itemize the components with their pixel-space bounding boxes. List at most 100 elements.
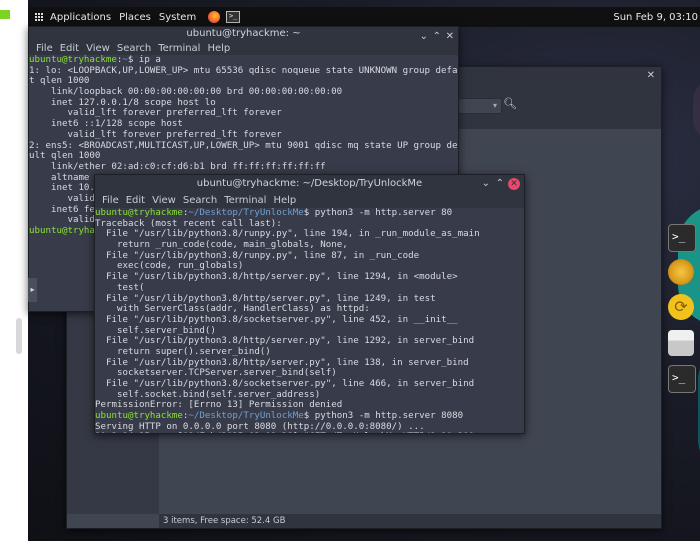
view-dropdown[interactable]: ▾ — [452, 98, 502, 114]
menu-help[interactable]: Help — [273, 195, 296, 206]
status-bar: 3 items, Free space: 52.4 GB — [159, 514, 661, 528]
menu-search[interactable]: Search — [117, 43, 151, 54]
terminal-icon[interactable]: >_ — [668, 365, 696, 393]
terminal-text: with ServerClass(addr, HandlerClass) as … — [95, 304, 370, 315]
terminal-line: with ServerClass(addr, HandlerClass) as … — [95, 304, 524, 315]
terminal-text: 10.2.14.25 - - [09/Feb/2025 03:09:28] "G… — [95, 432, 485, 433]
terminal-text: $ python3 -m http.server 8080 — [303, 411, 464, 422]
terminal-text: t qlen 1000 — [29, 76, 90, 87]
coin-icon[interactable] — [668, 259, 694, 285]
terminal-text: ubuntu@tryhackme — [95, 208, 183, 218]
close-icon[interactable]: ✕ — [508, 178, 520, 190]
menu-help[interactable]: Help — [207, 43, 230, 54]
terminal-text: ubuntu@tryhac — [29, 226, 101, 236]
terminal-output[interactable]: ubuntu@tryhackme:~/Desktop/TryUnlockMe$ … — [95, 208, 524, 433]
terminal-text: 1: lo: <LOOPBACK,UP,LOWER_UP> mtu 65536 … — [29, 65, 458, 76]
terminal-text: self.socket.bind(self.server_address) — [95, 389, 321, 400]
terminal-line: exec(code, run_globals) — [95, 261, 524, 272]
drive-icon[interactable] — [668, 330, 694, 356]
terminal-text: self.server_bind() — [95, 325, 216, 336]
terminal-line: PermissionError: [Errno 13] Permission d… — [95, 400, 524, 411]
terminal-line: File "/usr/lib/python3.8/runpy.py", line… — [95, 251, 524, 262]
terminal-line: inet 127.0.0.1/8 scope host lo — [29, 98, 458, 109]
terminal-text: valid_lft forever preferred_lft forever — [29, 108, 282, 119]
terminal-line: valid_lft forever preferred_lft forever — [29, 130, 458, 141]
terminal-line: 1: lo: <LOOPBACK,UP,LOWER_UP> mtu 65536 … — [29, 66, 458, 77]
terminal-text: exec(code, run_globals) — [95, 261, 244, 272]
maximize-icon[interactable]: ⌃ — [496, 177, 504, 191]
menu-edit[interactable]: Edit — [60, 43, 79, 54]
terminal-line: return _run_code(code, main_globals, Non… — [95, 240, 524, 251]
terminal-text: valid_lft forever preferred_lft forever — [29, 129, 282, 140]
terminal-text: inet 127.0.0.1/8 scope host lo — [29, 97, 216, 108]
terminal-line: Serving HTTP on 0.0.0.0 port 8080 (http:… — [95, 422, 524, 433]
terminal-text: File "/usr/lib/python3.8/runpy.py", line… — [95, 250, 420, 261]
terminal-text: return _run_code(code, main_globals, Non… — [95, 240, 348, 251]
terminal-text: inet 10.1 — [29, 183, 101, 194]
terminal-line: 2: ens5: <BROADCAST,MULTICAST,UP,LOWER_U… — [29, 141, 458, 152]
terminal-text: PermissionError: [Errno 13] Permission d… — [95, 400, 343, 411]
terminal-line: link/loopback 00:00:00:00:00:00 brd 00:0… — [29, 87, 458, 98]
menu-view[interactable]: View — [86, 43, 110, 54]
minimize-icon[interactable]: ⌄ — [482, 177, 490, 191]
menu-search[interactable]: Search — [183, 195, 217, 206]
places-menu[interactable]: Places — [119, 12, 151, 23]
terminal-line: File "/usr/lib/python3.8/http/server.py"… — [95, 336, 524, 347]
search-icon[interactable]: 🔍︎ — [503, 97, 517, 110]
menu-bar: File Edit View Search Terminal Help — [29, 41, 458, 56]
terminal-line: socketserver.TCPServer.server_bind(self) — [95, 368, 524, 379]
terminal-line: t qlen 1000 — [29, 76, 458, 87]
terminal-line: self.socket.bind(self.server_address) — [95, 390, 524, 401]
menu-terminal[interactable]: Terminal — [224, 195, 266, 206]
terminal-line: File "/usr/lib/python3.8/socketserver.py… — [95, 315, 524, 326]
menu-edit[interactable]: Edit — [126, 195, 145, 206]
clock[interactable]: Sun Feb 9, 03:10 — [613, 12, 698, 23]
terminal-line: Traceback (most recent call last): — [95, 219, 524, 230]
terminal-icon[interactable]: >_ — [226, 11, 241, 23]
terminal-text: 2: ens5: <BROADCAST,MULTICAST,UP,LOWER_U… — [29, 140, 458, 151]
window-title: ubuntu@tryhackme: ~/Desktop/TryUnlockMe — [95, 175, 524, 193]
terminal-line: test( — [95, 283, 524, 294]
apps-grid-icon[interactable] — [35, 13, 43, 21]
terminal-line: File "/usr/lib/python3.8/http/server.py"… — [95, 272, 524, 283]
terminal-text: link/loopback 00:00:00:00:00:00 brd 00:0… — [29, 87, 343, 98]
terminal-text: File "/usr/lib/python3.8/socketserver.py… — [95, 379, 475, 389]
terminal-line: File "/usr/lib/python3.8/runpy.py", line… — [95, 229, 524, 240]
terminal-line: File "/usr/lib/python3.8/socketserver.py… — [95, 379, 524, 390]
sync-icon[interactable]: ⟳ — [668, 294, 694, 320]
host-page-strip — [0, 0, 28, 541]
terminal-text: File "/usr/lib/python3.8/http/server.py"… — [95, 357, 469, 368]
terminal-text: $ ip a — [127, 55, 161, 65]
terminal-text: inet6 fe8 — [29, 204, 101, 215]
terminal-line: ubuntu@tryhackme:~/Desktop/TryUnlockMe$ … — [95, 411, 524, 422]
menu-view[interactable]: View — [152, 195, 176, 206]
top-panel: Applications Places System >_ Sun Feb 9,… — [28, 7, 700, 27]
terminal-text: ubuntu@tryhackme — [95, 411, 183, 422]
terminal-text: File "/usr/lib/python3.8/http/server.py"… — [95, 336, 475, 347]
menu-file[interactable]: File — [36, 43, 53, 54]
terminal-window-front: ubuntu@tryhackme: ~/Desktop/TryUnlockMe … — [94, 174, 525, 434]
system-menu[interactable]: System — [159, 12, 196, 23]
close-icon[interactable]: ✕ — [647, 70, 655, 81]
terminal-line: ult qlen 1000 — [29, 151, 458, 162]
window-title: ubuntu@tryhackme: ~ — [29, 27, 458, 41]
menu-file[interactable]: File — [102, 195, 119, 206]
menu-terminal[interactable]: Terminal — [158, 43, 200, 54]
terminal-line: return super().server_bind() — [95, 347, 524, 358]
terminal-text: inet6 ::1/128 scope host — [29, 119, 183, 130]
terminal-text: $ python3 -m http.server 80 — [303, 208, 453, 218]
terminal-text: ult qlen 1000 — [29, 151, 101, 162]
terminal-text: return super().server_bind() — [95, 346, 271, 357]
side-tab-icon[interactable]: ▸ — [28, 278, 37, 302]
terminal-line: self.server_bind() — [95, 326, 524, 337]
applications-menu[interactable]: Applications — [50, 12, 111, 23]
terminal-line: 10.2.14.25 - - [09/Feb/2025 03:09:28] "G… — [95, 432, 524, 433]
terminal-icon[interactable]: >_ — [668, 224, 696, 252]
host-scrollbar[interactable] — [16, 318, 22, 354]
terminal-text: valid_ — [29, 193, 101, 204]
terminal-text: File "/usr/lib/python3.8/runpy.py", line… — [95, 229, 480, 240]
terminal-text: ubuntu@tryhackme — [29, 55, 117, 65]
terminal-line: File "/usr/lib/python3.8/http/server.py"… — [95, 294, 524, 305]
terminal-text: link/ether 02:ad:c0:cf:d6:b1 brd ff:ff:f… — [29, 161, 326, 172]
firefox-icon[interactable] — [208, 11, 221, 23]
